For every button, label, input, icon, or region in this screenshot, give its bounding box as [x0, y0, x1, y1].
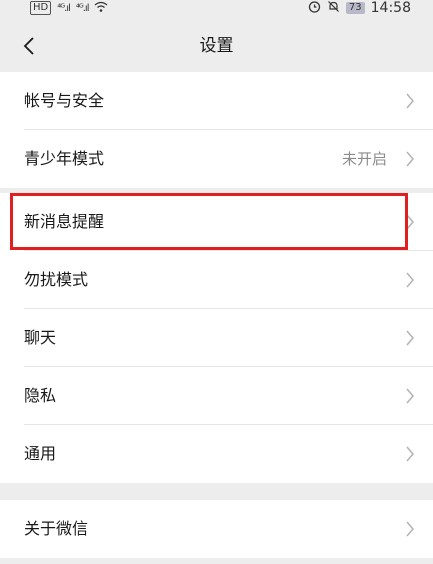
setting-label: 聊天 — [24, 328, 57, 347]
setting-privacy[interactable]: 隐私 — [0, 367, 433, 425]
battery-icon: 73 — [345, 2, 365, 14]
setting-new-message-notification[interactable]: 新消息提醒 — [0, 193, 433, 251]
setting-account-security[interactable]: 帐号与安全 — [0, 72, 433, 130]
signal-icon: ⁴ᴳ.ıl — [57, 2, 71, 14]
nav-bar: 设置 — [0, 22, 433, 70]
setting-do-not-disturb[interactable]: 勿扰模式 — [0, 251, 433, 309]
page-title: 设置 — [199, 36, 234, 56]
chevron-right-icon — [406, 151, 414, 167]
settings-group-general: 新消息提醒 勿扰模式 聊天 隐私 通用 — [0, 193, 433, 483]
setting-label: 新消息提醒 — [24, 212, 105, 231]
back-button[interactable] — [14, 31, 44, 61]
chevron-right-icon — [406, 214, 414, 230]
setting-about-wechat[interactable]: 关于微信 — [0, 500, 433, 558]
setting-label: 关于微信 — [24, 519, 89, 538]
setting-label: 通用 — [24, 444, 57, 463]
setting-label: 青少年模式 — [24, 149, 105, 168]
setting-chat[interactable]: 聊天 — [0, 309, 433, 367]
setting-label: 勿扰模式 — [24, 270, 89, 289]
setting-value: 未开启 — [341, 150, 387, 168]
settings-group-about: 关于微信 — [0, 500, 433, 558]
status-time: 14:58 — [370, 0, 411, 16]
hd-badge: HD — [30, 1, 52, 15]
chevron-right-icon — [406, 272, 414, 288]
setting-general[interactable]: 通用 — [0, 425, 433, 483]
setting-teen-mode[interactable]: 青少年模式 未开启 — [0, 130, 433, 188]
chevron-right-icon — [406, 93, 414, 109]
mute-icon — [327, 0, 340, 16]
alarm-icon — [308, 0, 321, 16]
chevron-right-icon — [406, 330, 414, 346]
status-bar: HD ⁴ᴳ.ıl ⁴ᴳ.ıl 73 14:58 — [0, 0, 433, 22]
settings-group-account: 帐号与安全 青少年模式 未开启 — [0, 72, 433, 188]
setting-label: 帐号与安全 — [24, 91, 105, 110]
chevron-right-icon — [406, 521, 414, 537]
chevron-right-icon — [406, 388, 414, 404]
signal-icon: ⁴ᴳ.ıl — [75, 2, 90, 14]
wifi-icon — [94, 1, 108, 16]
setting-label: 隐私 — [24, 386, 57, 405]
chevron-right-icon — [406, 446, 414, 462]
back-arrow-icon — [23, 37, 34, 55]
